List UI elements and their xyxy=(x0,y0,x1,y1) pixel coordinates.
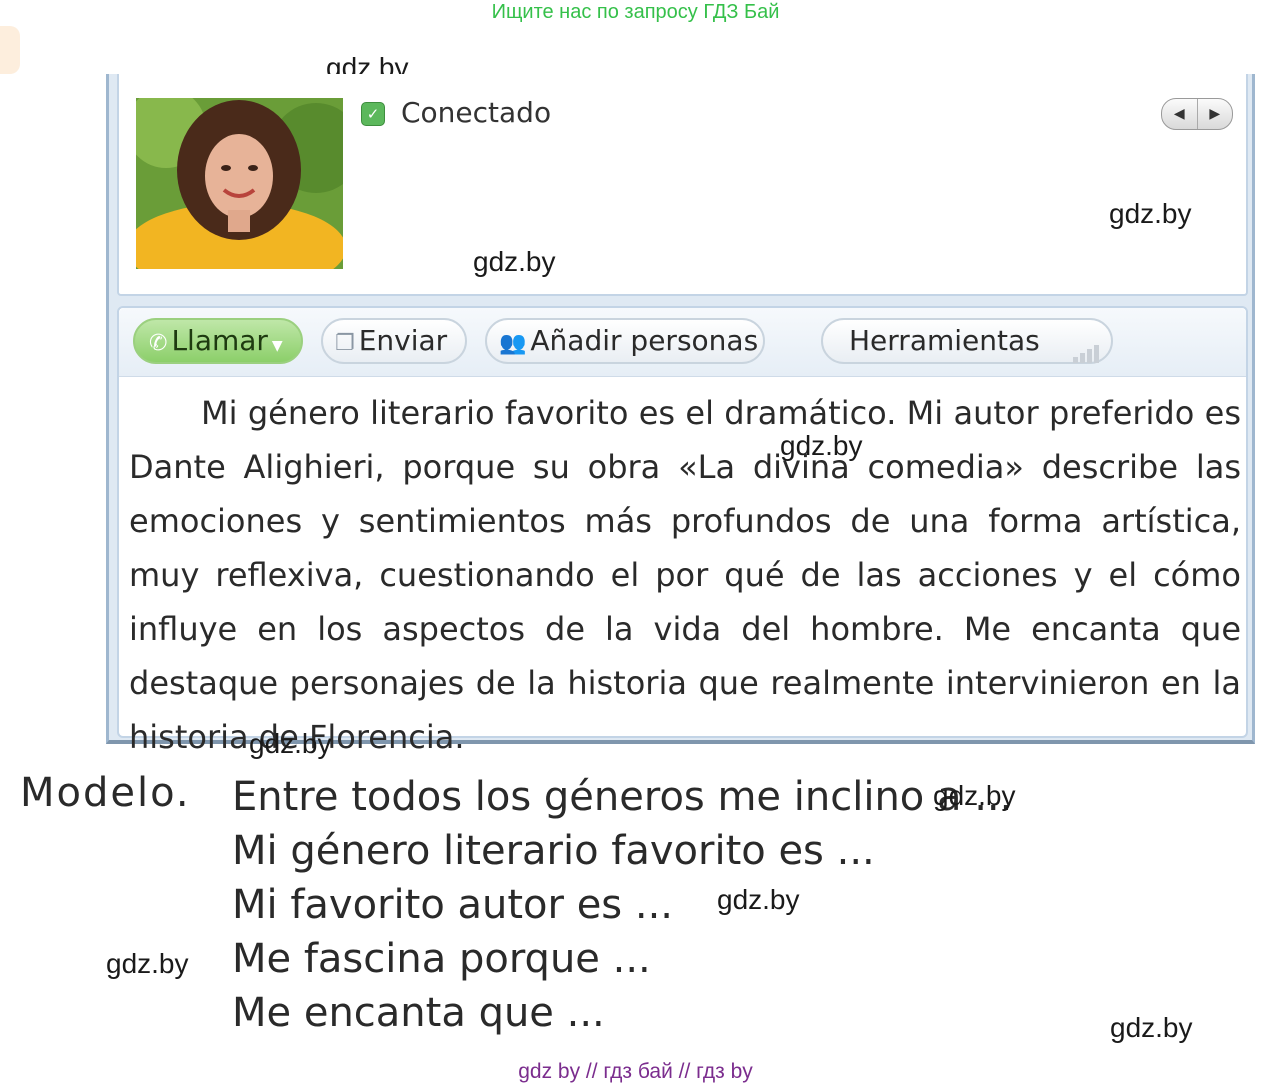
window-icon: ❐ xyxy=(335,331,355,356)
model-phrases: Entre todos los géneros me inclino a ...… xyxy=(232,770,1012,1040)
chat-window: ✓ Conectado ◀ ▶ gdz.by gdz.by ✆ Llamar ▼ ❐… xyxy=(106,74,1255,756)
watermark: gdz.by xyxy=(106,948,189,979)
chevron-down-icon: ▼ xyxy=(271,338,283,354)
add-people-button[interactable]: 👥 Añadir personas xyxy=(485,318,765,364)
send-button[interactable]: ❐ Enviar xyxy=(321,318,467,364)
top-banner[interactable]: Ищите нас по запросу ГДЗ Бай xyxy=(0,0,1271,24)
contact-profile-pane: ✓ Conectado ◀ ▶ gdz.by gdz.by xyxy=(117,74,1248,296)
status-online-icon: ✓ xyxy=(361,102,385,126)
chat-message-text: Mi género literario favorito es el dramá… xyxy=(129,394,1241,756)
phone-icon: ✆ xyxy=(149,331,168,356)
model-phrase: Entre todos los géneros me inclino a ... xyxy=(232,774,1013,820)
next-arrow-icon[interactable]: ▶ xyxy=(1198,99,1233,129)
model-phrase: Me fascina porque ... xyxy=(232,936,651,982)
watermark: gdz.by xyxy=(473,246,556,277)
profile-nav: ◀ ▶ xyxy=(1161,98,1233,130)
avatar-photo xyxy=(136,98,343,269)
model-phrase: Mi género literario favorito es ... xyxy=(232,828,875,874)
send-label: Enviar xyxy=(358,324,448,357)
status-text: Conectado xyxy=(401,96,552,129)
watermark: gdz.by xyxy=(249,728,332,759)
call-label: Llamar xyxy=(171,324,268,357)
add-people-label: Añadir personas xyxy=(530,324,759,357)
people-icon: 👥 xyxy=(499,331,527,356)
tools-label: Herramientas xyxy=(849,324,1040,357)
signal-bars-icon xyxy=(1072,321,1101,363)
watermark: gdz.by xyxy=(717,884,800,915)
previous-arrow-icon[interactable]: ◀ xyxy=(1162,99,1198,129)
tools-button[interactable]: Herramientas xyxy=(821,318,1113,364)
watermark: gdz.by xyxy=(933,780,1016,811)
corner-tab xyxy=(0,26,20,74)
chat-toolbar: ✆ Llamar ▼ ❐ Enviar 👥 Añadir personas Herram… xyxy=(119,308,1246,377)
footer-links[interactable]: gdz by // гдз бай // гдз by xyxy=(0,1060,1271,1084)
watermark: gdz.by xyxy=(1109,198,1192,229)
contact-avatar[interactable] xyxy=(136,98,343,269)
model-phrase: Mi favorito autor es ... xyxy=(232,882,673,928)
conversation-pane: ✆ Llamar ▼ ❐ Enviar 👥 Añadir personas Herram… xyxy=(117,306,1248,756)
model-phrase: Me encanta que ... xyxy=(232,990,605,1036)
model-label: Modelo. xyxy=(20,770,191,816)
call-button[interactable]: ✆ Llamar ▼ xyxy=(133,318,303,364)
watermark: gdz.by xyxy=(1110,1012,1193,1043)
